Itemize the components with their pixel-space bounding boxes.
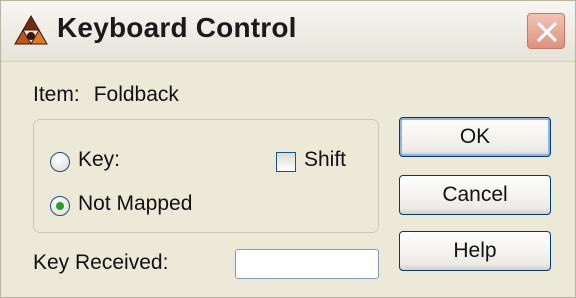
close-icon	[537, 22, 557, 42]
dialog-title: Keyboard Control	[57, 12, 297, 43]
item-row: Item: Foldback	[33, 83, 179, 107]
mapping-group: Key: Shift Not Mapped	[33, 119, 379, 233]
key-radio[interactable]	[50, 152, 70, 172]
key-received-field[interactable]	[235, 249, 379, 279]
title-bar[interactable]: Keyboard Control	[1, 1, 575, 62]
help-button[interactable]: Help	[399, 231, 551, 271]
close-button[interactable]	[527, 13, 565, 49]
not-mapped-radio-label[interactable]: Not Mapped	[78, 192, 192, 216]
shift-checkbox-label[interactable]: Shift	[304, 148, 346, 172]
reason-app-icon	[13, 14, 49, 48]
cancel-button[interactable]: Cancel	[399, 175, 551, 215]
shift-checkbox[interactable]	[276, 152, 296, 172]
ok-button[interactable]: OK	[399, 117, 551, 157]
keyboard-control-dialog: Keyboard Control Item: Foldback Key: Shif…	[0, 0, 576, 298]
radio-selected-dot	[56, 202, 64, 210]
item-value: Foldback	[93, 83, 179, 106]
key-radio-label[interactable]: Key:	[78, 148, 120, 172]
item-label: Item:	[33, 83, 80, 106]
not-mapped-radio[interactable]	[50, 196, 70, 216]
key-received-label: Key Received:	[33, 251, 169, 274]
